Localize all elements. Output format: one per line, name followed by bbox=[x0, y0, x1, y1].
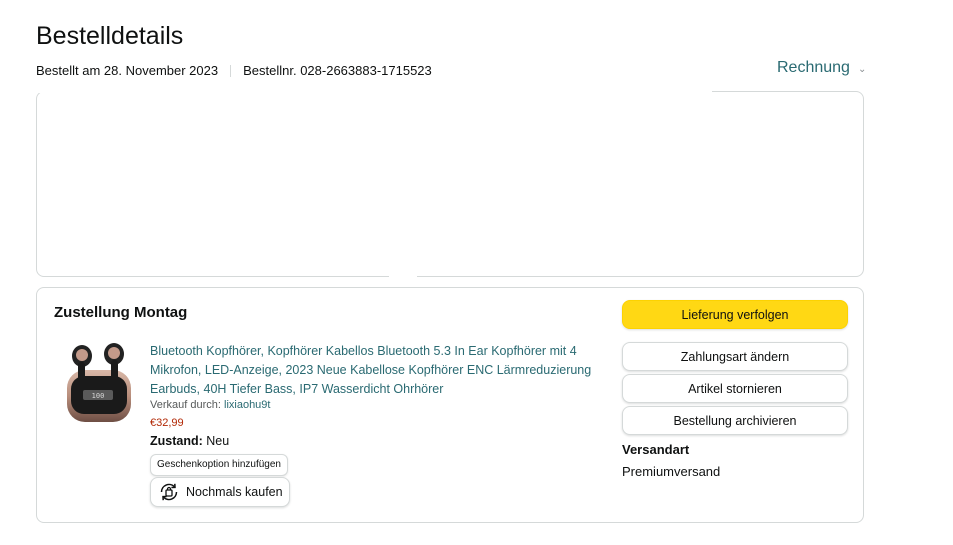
blank-region bbox=[414, 90, 712, 276]
product-title-link[interactable]: Bluetooth Kopfhörer, Kopfhörer Kabellos … bbox=[150, 342, 610, 399]
archive-order-button[interactable]: Bestellung archivieren bbox=[622, 406, 848, 435]
meta-divider bbox=[230, 64, 232, 77]
blank-edge bbox=[35, 90, 415, 93]
add-gift-option-button[interactable]: Geschenkoption hinzufügen bbox=[150, 454, 288, 476]
sold-by-label: Verkauf durch: bbox=[150, 399, 221, 411]
shipping-type-value: Premiumversand bbox=[622, 464, 721, 479]
invoice-label: Rechnung bbox=[777, 59, 850, 76]
track-package-button[interactable]: Lieferung verfolgen bbox=[622, 300, 848, 329]
shipping-type-label: Versandart bbox=[622, 442, 690, 457]
invoice-dropdown[interactable]: Rechnung ⌄ bbox=[777, 59, 866, 77]
product-price: €32,99 bbox=[150, 417, 184, 429]
buy-again-button[interactable]: Nochmals kaufen bbox=[150, 477, 290, 507]
condition-label: Zustand: bbox=[150, 434, 203, 448]
reorder-icon bbox=[160, 483, 178, 501]
condition-value: Neu bbox=[206, 434, 230, 448]
shipment-card: Zustellung Montag 100 Bluetooth Kopfhöre… bbox=[36, 287, 864, 523]
page-title: Bestelldetails bbox=[36, 22, 184, 50]
product-image[interactable]: 100 bbox=[64, 340, 134, 426]
order-date: Bestellt am 28. November 2023 bbox=[36, 63, 219, 78]
svg-text:100: 100 bbox=[92, 392, 105, 400]
seller-link[interactable]: lixiaohu9t bbox=[224, 399, 270, 411]
blank-edge bbox=[389, 274, 417, 278]
chevron-down-icon: ⌄ bbox=[857, 63, 867, 75]
condition: Zustand: Neu bbox=[150, 434, 229, 448]
seller-info: Verkauf durch: lixiaohu9t bbox=[150, 399, 270, 411]
delivery-heading: Zustellung Montag bbox=[54, 304, 188, 321]
buy-again-label: Nochmals kaufen bbox=[186, 485, 283, 499]
order-summary-box bbox=[35, 90, 864, 278]
order-number: Bestellnr. 028-2663883-1715523 bbox=[243, 63, 432, 78]
cancel-items-button[interactable]: Artikel stornieren bbox=[622, 374, 848, 403]
change-payment-button[interactable]: Zahlungsart ändern bbox=[622, 342, 848, 371]
order-meta: Bestellt am 28. November 2023 Bestellnr.… bbox=[36, 63, 432, 78]
